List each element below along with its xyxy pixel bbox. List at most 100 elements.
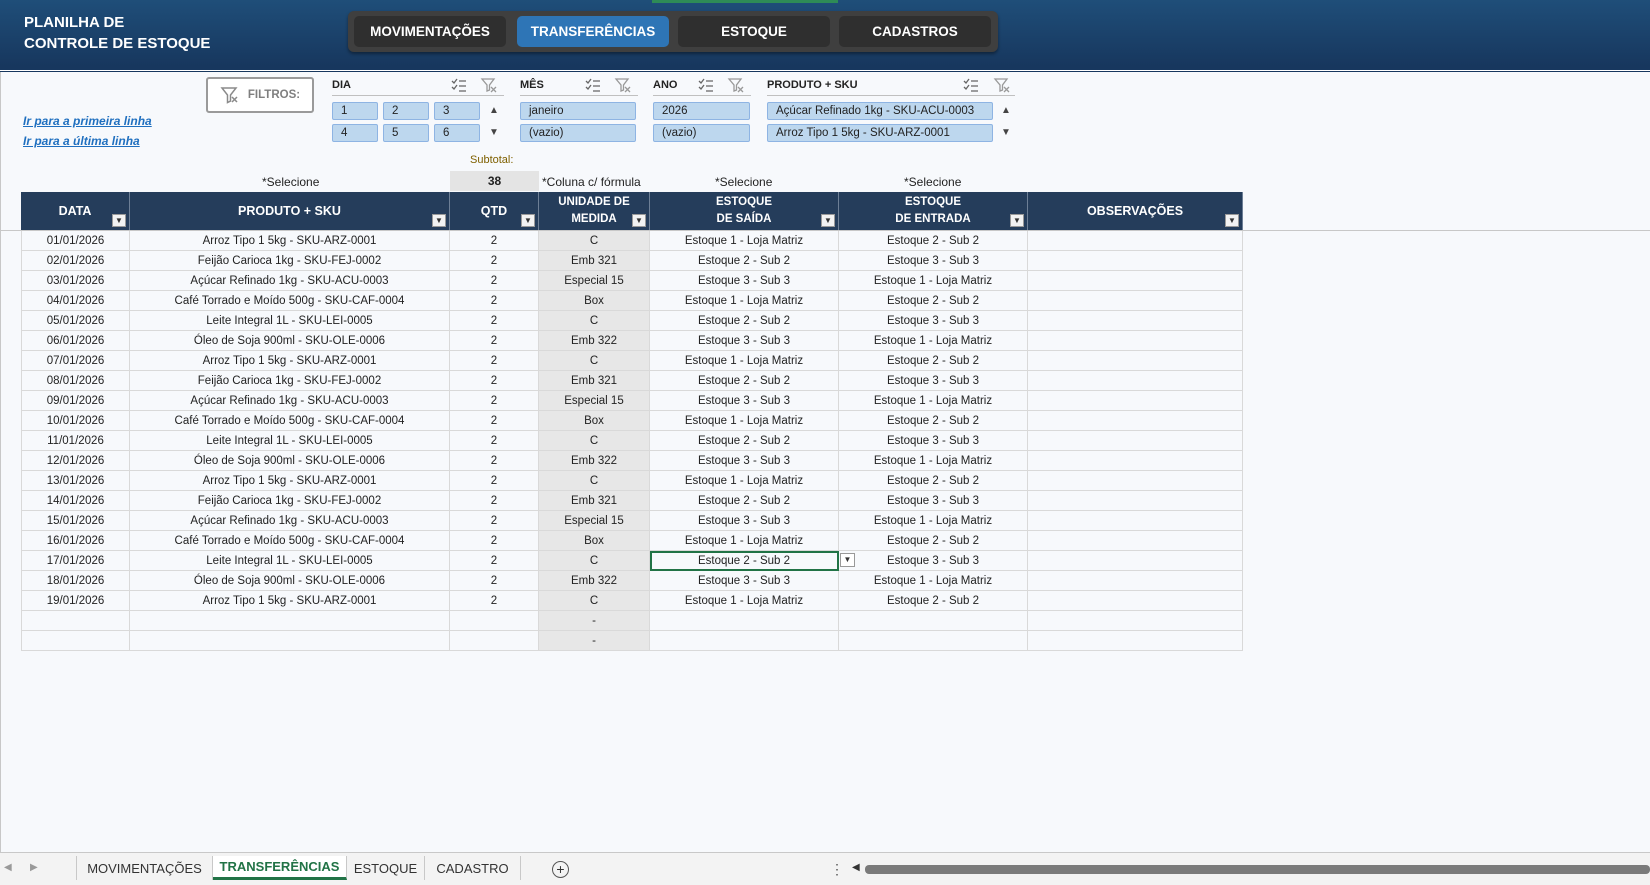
cell-estoque-saida[interactable]: Estoque 2 - Sub 2 — [650, 491, 839, 511]
cell-data[interactable]: 15/01/2026 — [21, 511, 130, 531]
cell-data[interactable]: 11/01/2026 — [21, 431, 130, 451]
first-row-link[interactable]: Ir para a primeira linha — [23, 114, 152, 128]
cell-unidade[interactable]: - — [539, 611, 650, 631]
cell-qtd[interactable]: 2 — [450, 351, 539, 371]
cell-estoque-saida[interactable]: Estoque 1 - Loja Matriz — [650, 351, 839, 371]
tab-estoque[interactable]: ESTOQUE — [347, 856, 425, 880]
cell-unidade[interactable]: Emb 321 — [539, 251, 650, 271]
cell-unidade[interactable]: C — [539, 311, 650, 331]
slicer-dia-item[interactable]: 5 — [383, 124, 429, 142]
cell-qtd[interactable]: 2 — [450, 511, 539, 531]
cell-unidade[interactable]: Emb 321 — [539, 371, 650, 391]
cell-observacoes[interactable] — [1028, 251, 1243, 271]
cell-observacoes[interactable] — [1028, 571, 1243, 591]
cell-unidade[interactable]: Box — [539, 411, 650, 431]
filter-dropdown-icon[interactable]: ▼ — [632, 214, 646, 227]
filter-dropdown-icon[interactable]: ▼ — [1225, 214, 1239, 227]
cell-unidade[interactable]: Emb 322 — [539, 331, 650, 351]
nav-cadastros-button[interactable]: CADASTROS — [839, 16, 991, 47]
cell-qtd[interactable] — [450, 611, 539, 631]
cell-estoque-saida[interactable]: Estoque 2 - Sub 2 — [650, 551, 839, 571]
cell-qtd[interactable]: 2 — [450, 571, 539, 591]
cell-data[interactable]: 14/01/2026 — [21, 491, 130, 511]
cell-estoque-entrada[interactable]: Estoque 2 - Sub 2 — [839, 471, 1028, 491]
multi-select-icon[interactable] — [697, 76, 715, 94]
cell-produto[interactable]: Leite Integral 1L - SKU-LEI-0005 — [130, 311, 450, 331]
cell-estoque-entrada[interactable]: Estoque 1 - Loja Matriz — [839, 271, 1028, 291]
cell-estoque-saida[interactable]: Estoque 1 - Loja Matriz — [650, 471, 839, 491]
cell-observacoes[interactable] — [1028, 271, 1243, 291]
cell-estoque-saida[interactable]: Estoque 3 - Sub 3 — [650, 271, 839, 291]
cell-unidade[interactable]: Especial 15 — [539, 271, 650, 291]
cell-estoque-entrada[interactable]: Estoque 2 - Sub 2 — [839, 351, 1028, 371]
cell-produto[interactable]: Óleo de Soja 900ml - SKU-OLE-0006 — [130, 451, 450, 471]
filter-dropdown-icon[interactable]: ▼ — [521, 214, 535, 227]
cell-qtd[interactable]: 2 — [450, 591, 539, 611]
multi-select-icon[interactable] — [584, 76, 602, 94]
scroll-down-icon[interactable]: ▼ — [999, 126, 1013, 140]
slicer-ano-item[interactable]: (vazio) — [653, 124, 750, 142]
cell-estoque-entrada[interactable]: Estoque 3 - Sub 3 — [839, 371, 1028, 391]
cell-estoque-saida[interactable]: Estoque 2 - Sub 2 — [650, 431, 839, 451]
cell-unidade[interactable]: Box — [539, 531, 650, 551]
slicer-dia-item[interactable]: 4 — [332, 124, 378, 142]
cell-data[interactable] — [21, 611, 130, 631]
slicer-dia-item[interactable]: 3 — [434, 102, 480, 120]
cell-unidade[interactable]: - — [539, 631, 650, 651]
cell-estoque-entrada[interactable]: Estoque 2 - Sub 2 — [839, 291, 1028, 311]
cell-produto[interactable]: Café Torrado e Moído 500g - SKU-CAF-0004 — [130, 291, 450, 311]
cell-qtd[interactable]: 2 — [450, 551, 539, 571]
cell-qtd[interactable]: 2 — [450, 251, 539, 271]
cell-estoque-entrada[interactable]: Estoque 3 - Sub 3 — [839, 491, 1028, 511]
cell-estoque-saida[interactable]: Estoque 3 - Sub 3 — [650, 391, 839, 411]
clear-filter-icon[interactable] — [614, 76, 632, 94]
cell-estoque-entrada[interactable] — [839, 611, 1028, 631]
tab-transferencias[interactable]: TRANSFERÊNCIAS — [213, 856, 347, 880]
cell-estoque-saida[interactable]: Estoque 2 - Sub 2 — [650, 311, 839, 331]
cell-qtd[interactable]: 2 — [450, 471, 539, 491]
nav-movimentacoes-button[interactable]: MOVIMENTAÇÕES — [354, 16, 506, 47]
scroll-up-icon[interactable]: ▲ — [487, 104, 501, 118]
cell-estoque-saida[interactable]: Estoque 3 - Sub 3 — [650, 571, 839, 591]
cell-data[interactable]: 19/01/2026 — [21, 591, 130, 611]
slicer-dia-item[interactable]: 1 — [332, 102, 378, 120]
cell-qtd[interactable]: 2 — [450, 531, 539, 551]
cell-qtd[interactable]: 2 — [450, 371, 539, 391]
cell-estoque-saida[interactable]: Estoque 1 - Loja Matriz — [650, 531, 839, 551]
cell-qtd[interactable]: 2 — [450, 431, 539, 451]
cell-data[interactable]: 16/01/2026 — [21, 531, 130, 551]
cell-estoque-entrada[interactable] — [839, 631, 1028, 651]
cell-produto[interactable]: Feijão Carioca 1kg - SKU-FEJ-0002 — [130, 371, 450, 391]
scroll-down-icon[interactable]: ▼ — [487, 126, 501, 140]
cell-produto[interactable]: Leite Integral 1L - SKU-LEI-0005 — [130, 431, 450, 451]
cell-observacoes[interactable] — [1028, 451, 1243, 471]
cell-data[interactable]: 10/01/2026 — [21, 411, 130, 431]
cell-unidade[interactable]: C — [539, 551, 650, 571]
cell-estoque-saida[interactable]: Estoque 3 - Sub 3 — [650, 511, 839, 531]
cell-produto[interactable]: Açúcar Refinado 1kg - SKU-ACU-0003 — [130, 271, 450, 291]
cell-data[interactable]: 17/01/2026 — [21, 551, 130, 571]
cell-produto[interactable]: Café Torrado e Moído 500g - SKU-CAF-0004 — [130, 411, 450, 431]
cell-estoque-entrada[interactable]: Estoque 2 - Sub 2 — [839, 591, 1028, 611]
cell-qtd[interactable]: 2 — [450, 331, 539, 351]
cell-unidade[interactable]: Box — [539, 291, 650, 311]
slicer-produto-item[interactable]: Arroz Tipo 1 5kg - SKU-ARZ-0001 — [767, 124, 993, 142]
cell-observacoes[interactable] — [1028, 611, 1243, 631]
cell-observacoes[interactable] — [1028, 371, 1243, 391]
tab-scroll-right-icon[interactable]: ▶ — [30, 862, 38, 873]
horizontal-scrollbar[interactable] — [865, 865, 1650, 874]
cell-qtd[interactable] — [450, 631, 539, 651]
cell-estoque-entrada[interactable]: Estoque 3 - Sub 3 — [839, 311, 1028, 331]
cell-data[interactable]: 05/01/2026 — [21, 311, 130, 331]
hscroll-left-icon[interactable]: ◀ — [852, 862, 860, 873]
cell-unidade[interactable]: C — [539, 351, 650, 371]
cell-data[interactable] — [21, 631, 130, 651]
cell-observacoes[interactable] — [1028, 331, 1243, 351]
filter-dropdown-icon[interactable]: ▼ — [112, 214, 126, 227]
cell-produto[interactable]: Leite Integral 1L - SKU-LEI-0005 — [130, 551, 450, 571]
cell-qtd[interactable]: 2 — [450, 311, 539, 331]
cell-data[interactable]: 04/01/2026 — [21, 291, 130, 311]
cell-estoque-saida[interactable] — [650, 611, 839, 631]
cell-estoque-entrada[interactable]: Estoque 2 - Sub 2 — [839, 531, 1028, 551]
cell-estoque-entrada[interactable]: Estoque 1 - Loja Matriz — [839, 511, 1028, 531]
